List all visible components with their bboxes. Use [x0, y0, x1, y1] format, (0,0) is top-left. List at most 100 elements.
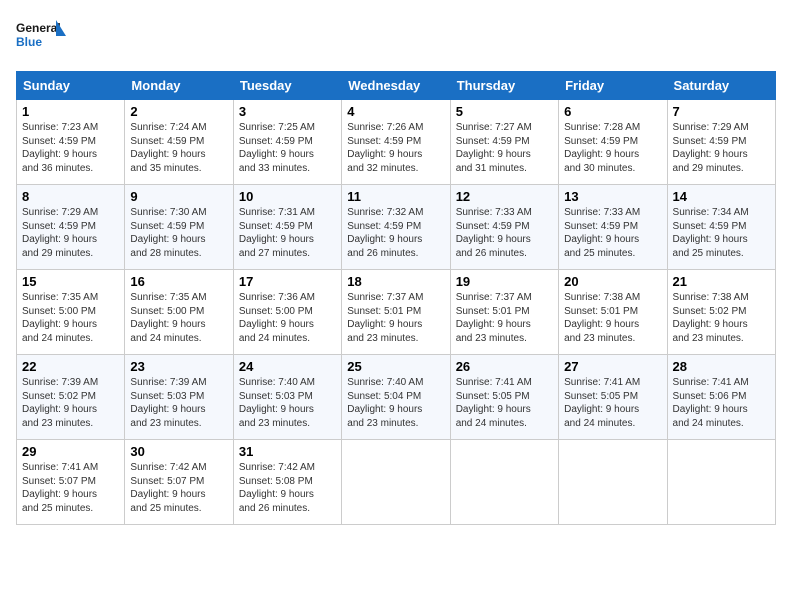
day-info: Sunrise: 7:27 AM Sunset: 4:59 PM Dayligh…: [456, 121, 553, 175]
logo-svg: General Blue: [16, 16, 66, 61]
day-info: Sunrise: 7:39 AM Sunset: 5:02 PM Dayligh…: [22, 376, 119, 430]
day-info: Sunrise: 7:33 AM Sunset: 4:59 PM Dayligh…: [564, 206, 661, 260]
day-number: 28: [673, 359, 770, 374]
calendar-cell: [667, 440, 775, 525]
calendar-cell: 13 Sunrise: 7:33 AM Sunset: 4:59 PM Dayli…: [559, 185, 667, 270]
day-info: Sunrise: 7:29 AM Sunset: 4:59 PM Dayligh…: [22, 206, 119, 260]
logo: General Blue: [16, 16, 66, 61]
day-number: 18: [347, 274, 444, 289]
calendar-cell: 9Sunrise: 7:30 AM Sunset: 4:59 PM Daylig…: [125, 185, 233, 270]
calendar-header: SundayMondayTuesdayWednesdayThursdayFrid…: [17, 72, 776, 100]
calendar-week-1: 1 Sunrise: 7:23 AM Sunset: 4:59 PM Daylig…: [17, 100, 776, 185]
day-header-friday: Friday: [559, 72, 667, 100]
day-number: 7: [673, 104, 770, 119]
day-info: Sunrise: 7:35 AM Sunset: 5:00 PM Dayligh…: [22, 291, 119, 345]
day-number: 4: [347, 104, 444, 119]
day-info: Sunrise: 7:41 AM Sunset: 5:05 PM Dayligh…: [564, 376, 661, 430]
day-number: 11: [347, 189, 444, 204]
day-header-thursday: Thursday: [450, 72, 558, 100]
calendar-week-5: 29 Sunrise: 7:41 AM Sunset: 5:07 PM Dayli…: [17, 440, 776, 525]
calendar-cell: 7 Sunrise: 7:29 AM Sunset: 4:59 PM Daylig…: [667, 100, 775, 185]
calendar-week-2: 8 Sunrise: 7:29 AM Sunset: 4:59 PM Daylig…: [17, 185, 776, 270]
calendar-cell: 28 Sunrise: 7:41 AM Sunset: 5:06 PM Dayli…: [667, 355, 775, 440]
day-number: 15: [22, 274, 119, 289]
calendar-cell: 6 Sunrise: 7:28 AM Sunset: 4:59 PM Daylig…: [559, 100, 667, 185]
day-info: Sunrise: 7:32 AM Sunset: 4:59 PM Dayligh…: [347, 206, 444, 260]
day-header-tuesday: Tuesday: [233, 72, 341, 100]
day-number: 1: [22, 104, 119, 119]
day-info: Sunrise: 7:41 AM Sunset: 5:07 PM Dayligh…: [22, 461, 119, 515]
day-number: 2: [130, 104, 227, 119]
calendar-cell: 15 Sunrise: 7:35 AM Sunset: 5:00 PM Dayli…: [17, 270, 125, 355]
calendar-cell: 29 Sunrise: 7:41 AM Sunset: 5:07 PM Dayli…: [17, 440, 125, 525]
calendar-cell: 1 Sunrise: 7:23 AM Sunset: 4:59 PM Daylig…: [17, 100, 125, 185]
day-info: Sunrise: 7:28 AM Sunset: 4:59 PM Dayligh…: [564, 121, 661, 175]
calendar-cell: 27 Sunrise: 7:41 AM Sunset: 5:05 PM Dayli…: [559, 355, 667, 440]
calendar-cell: 21Sunrise: 7:38 AM Sunset: 5:02 PM Dayli…: [667, 270, 775, 355]
day-info: Sunrise: 7:37 AM Sunset: 5:01 PM Dayligh…: [347, 291, 444, 345]
day-number: 6: [564, 104, 661, 119]
day-number: 17: [239, 274, 336, 289]
calendar-cell: 14 Sunrise: 7:34 AM Sunset: 4:59 PM Dayli…: [667, 185, 775, 270]
calendar-cell: 20 Sunrise: 7:38 AM Sunset: 5:01 PM Dayli…: [559, 270, 667, 355]
day-info: Sunrise: 7:25 AM Sunset: 4:59 PM Dayligh…: [239, 121, 336, 175]
calendar-cell: [559, 440, 667, 525]
day-number: 24: [239, 359, 336, 374]
day-number: 20: [564, 274, 661, 289]
day-info: Sunrise: 7:23 AM Sunset: 4:59 PM Dayligh…: [22, 121, 119, 175]
calendar-cell: 4 Sunrise: 7:26 AM Sunset: 4:59 PM Daylig…: [342, 100, 450, 185]
calendar-cell: 16Sunrise: 7:35 AM Sunset: 5:00 PM Dayli…: [125, 270, 233, 355]
day-number: 5: [456, 104, 553, 119]
calendar-cell: 3 Sunrise: 7:25 AM Sunset: 4:59 PM Daylig…: [233, 100, 341, 185]
day-number: 19: [456, 274, 553, 289]
day-info: Sunrise: 7:35 AM Sunset: 5:00 PM Dayligh…: [130, 291, 227, 345]
day-number: 22: [22, 359, 119, 374]
day-header-saturday: Saturday: [667, 72, 775, 100]
day-number: 31: [239, 444, 336, 459]
day-number: 3: [239, 104, 336, 119]
day-header-wednesday: Wednesday: [342, 72, 450, 100]
day-info: Sunrise: 7:38 AM Sunset: 5:01 PM Dayligh…: [564, 291, 661, 345]
day-number: 10: [239, 189, 336, 204]
calendar-cell: 24 Sunrise: 7:40 AM Sunset: 5:03 PM Dayli…: [233, 355, 341, 440]
calendar-cell: 30 Sunrise: 7:42 AM Sunset: 5:07 PM Dayli…: [125, 440, 233, 525]
day-info: Sunrise: 7:30 AM Sunset: 4:59 PM Dayligh…: [130, 206, 227, 260]
day-number: 29: [22, 444, 119, 459]
day-header-sunday: Sunday: [17, 72, 125, 100]
calendar-cell: 17Sunrise: 7:36 AM Sunset: 5:00 PM Dayli…: [233, 270, 341, 355]
calendar-cell: 8 Sunrise: 7:29 AM Sunset: 4:59 PM Daylig…: [17, 185, 125, 270]
calendar-cell: 10Sunrise: 7:31 AM Sunset: 4:59 PM Dayli…: [233, 185, 341, 270]
calendar-cell: 12 Sunrise: 7:33 AM Sunset: 4:59 PM Dayli…: [450, 185, 558, 270]
day-number: 26: [456, 359, 553, 374]
header: General Blue: [16, 16, 776, 61]
calendar-cell: 5 Sunrise: 7:27 AM Sunset: 4:59 PM Daylig…: [450, 100, 558, 185]
day-info: Sunrise: 7:42 AM Sunset: 5:07 PM Dayligh…: [130, 461, 227, 515]
day-number: 30: [130, 444, 227, 459]
day-number: 13: [564, 189, 661, 204]
calendar-cell: 31 Sunrise: 7:42 AM Sunset: 5:08 PM Dayli…: [233, 440, 341, 525]
calendar-cell: [342, 440, 450, 525]
day-info: Sunrise: 7:40 AM Sunset: 5:03 PM Dayligh…: [239, 376, 336, 430]
day-number: 8: [22, 189, 119, 204]
svg-text:Blue: Blue: [16, 35, 42, 49]
day-info: Sunrise: 7:29 AM Sunset: 4:59 PM Dayligh…: [673, 121, 770, 175]
calendar-week-3: 15 Sunrise: 7:35 AM Sunset: 5:00 PM Dayli…: [17, 270, 776, 355]
day-number: 14: [673, 189, 770, 204]
day-info: Sunrise: 7:41 AM Sunset: 5:06 PM Dayligh…: [673, 376, 770, 430]
day-info: Sunrise: 7:34 AM Sunset: 4:59 PM Dayligh…: [673, 206, 770, 260]
calendar-cell: 25Sunrise: 7:40 AM Sunset: 5:04 PM Dayli…: [342, 355, 450, 440]
calendar-cell: 22 Sunrise: 7:39 AM Sunset: 5:02 PM Dayli…: [17, 355, 125, 440]
day-number: 12: [456, 189, 553, 204]
day-number: 27: [564, 359, 661, 374]
day-number: 23: [130, 359, 227, 374]
day-info: Sunrise: 7:39 AM Sunset: 5:03 PM Dayligh…: [130, 376, 227, 430]
day-number: 25: [347, 359, 444, 374]
svg-text:General: General: [16, 21, 61, 35]
day-info: Sunrise: 7:33 AM Sunset: 4:59 PM Dayligh…: [456, 206, 553, 260]
day-info: Sunrise: 7:24 AM Sunset: 4:59 PM Dayligh…: [130, 121, 227, 175]
day-info: Sunrise: 7:38 AM Sunset: 5:02 PM Dayligh…: [673, 291, 770, 345]
day-info: Sunrise: 7:41 AM Sunset: 5:05 PM Dayligh…: [456, 376, 553, 430]
day-info: Sunrise: 7:42 AM Sunset: 5:08 PM Dayligh…: [239, 461, 336, 515]
day-info: Sunrise: 7:26 AM Sunset: 4:59 PM Dayligh…: [347, 121, 444, 175]
calendar-cell: 19Sunrise: 7:37 AM Sunset: 5:01 PM Dayli…: [450, 270, 558, 355]
